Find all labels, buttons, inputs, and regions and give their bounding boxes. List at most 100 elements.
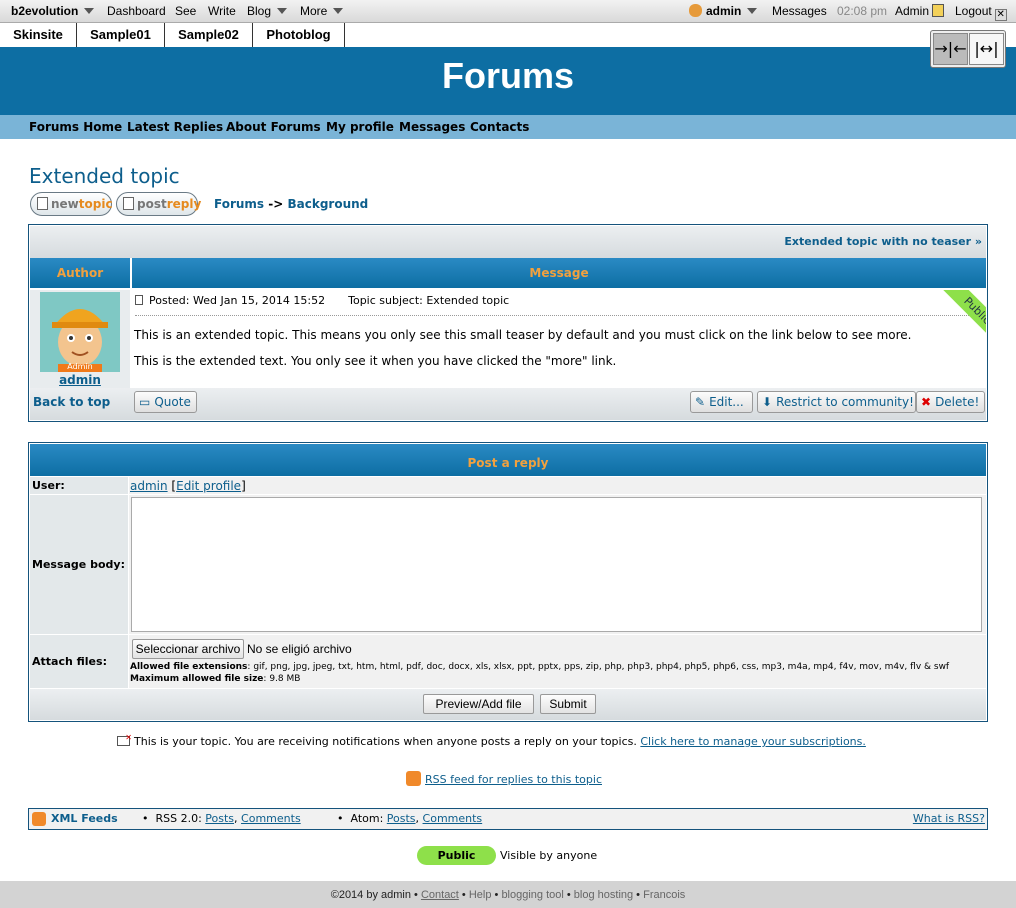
- submit-button[interactable]: Submit: [540, 694, 596, 714]
- nav-forums-home[interactable]: Forums Home: [29, 120, 122, 134]
- footer: ©2014 by admin • Contact • Help • bloggi…: [0, 881, 1016, 908]
- body-label-cell: Message body:: [30, 495, 128, 634]
- message-body-textarea[interactable]: [131, 497, 982, 632]
- post-paragraph-2: This is the extended text. You only see …: [134, 354, 617, 368]
- nav-my-profile[interactable]: My profile: [326, 120, 394, 134]
- post-info: Posted: Wed Jan 15, 2014 15:52 Topic sub…: [135, 294, 979, 316]
- manage-subscriptions-link[interactable]: Click here to manage your subscriptions.: [640, 735, 866, 748]
- site-tabs: Skinsite Sample01 Sample02 Photoblog: [0, 23, 1016, 47]
- what-is-rss-link[interactable]: What is RSS?: [913, 812, 985, 825]
- copyright: ©2014 by admin: [330, 889, 411, 901]
- tab-photoblog[interactable]: Photoblog: [253, 23, 345, 47]
- nav-contacts[interactable]: Contacts: [470, 120, 529, 134]
- choose-file-button[interactable]: Seleccionar archivo: [132, 639, 244, 659]
- atom-feeds: • Atom: Posts, Comments: [337, 812, 483, 825]
- footer-francois[interactable]: Francois: [643, 889, 685, 901]
- rss-replies-link[interactable]: RSS feed for replies to this topic: [425, 773, 602, 786]
- author-link[interactable]: admin: [30, 373, 130, 387]
- user-avatar-icon: [689, 4, 702, 17]
- write-link[interactable]: Write: [208, 4, 236, 18]
- quote-button[interactable]: ▭ Quote: [134, 391, 197, 413]
- message-column-header: Message: [132, 258, 986, 288]
- admin-link[interactable]: Admin: [895, 4, 945, 18]
- nav-latest-replies[interactable]: Latest Replies: [127, 120, 223, 134]
- xml-feeds-bar: XML Feeds • RSS 2.0: Posts, Comments • A…: [28, 808, 988, 830]
- breadcrumb: Forums -> Background: [214, 197, 368, 211]
- restrict-button[interactable]: ⬇ Restrict to community!: [757, 391, 916, 413]
- admin-icon: [932, 4, 945, 17]
- file-status: No se eligió archivo: [247, 642, 352, 656]
- edit-button[interactable]: ✎ Edit...: [690, 391, 753, 413]
- post-reply-button[interactable]: postreply: [116, 192, 201, 216]
- page-title: Extended topic: [29, 164, 180, 188]
- narrow-width-icon[interactable]: →|←: [933, 33, 968, 65]
- reply-heading: Post a reply: [30, 444, 986, 476]
- tab-sample01[interactable]: Sample01: [77, 23, 165, 47]
- reply-user-link[interactable]: admin: [130, 479, 168, 493]
- arrow-down-icon: ⬇: [762, 395, 773, 409]
- breadcrumb-separator: ->: [268, 197, 284, 211]
- nav-messages[interactable]: Messages: [399, 120, 465, 134]
- attach-files-label: Attach files:: [32, 655, 107, 668]
- footer-blogging-tool[interactable]: blogging tool: [501, 889, 563, 901]
- preview-add-file-button[interactable]: Preview/Add file: [423, 694, 534, 714]
- user-menu[interactable]: admin: [689, 4, 758, 18]
- rss-icon: [32, 812, 46, 826]
- author-cell: Admin admin: [30, 290, 130, 388]
- atom-comments-link[interactable]: Comments: [423, 812, 483, 825]
- rss-posts-link[interactable]: Posts: [205, 812, 234, 825]
- logout-link[interactable]: Logout ✕: [955, 4, 1007, 21]
- footer-blog-hosting[interactable]: blog hosting: [574, 889, 633, 901]
- width-switcher: →|← |↔|: [930, 30, 1006, 68]
- footer-help[interactable]: Help: [469, 889, 492, 901]
- avatar[interactable]: Admin: [40, 292, 120, 372]
- subscription-notice: ✕ This is your topic. You are receiving n…: [117, 733, 866, 748]
- new-topic-button[interactable]: newtopic: [30, 192, 113, 216]
- topic-nav-row: Extended topic with no teaser »: [30, 226, 986, 258]
- nav-about-forums[interactable]: About Forums: [226, 120, 321, 134]
- author-column-header: Author: [30, 258, 130, 288]
- post-icon: [135, 295, 143, 305]
- wide-width-icon[interactable]: |↔|: [969, 33, 1004, 65]
- blog-menu[interactable]: Blog: [247, 4, 288, 18]
- xml-feeds-link[interactable]: XML Feeds: [51, 812, 118, 825]
- quote-icon: ▭: [139, 395, 151, 409]
- post-paragraph-1: This is an extended topic. This means yo…: [134, 328, 912, 342]
- breadcrumb-forums[interactable]: Forums: [214, 197, 264, 211]
- tab-sample02[interactable]: Sample02: [165, 23, 253, 47]
- visibility-text: Visible by anyone: [500, 849, 598, 862]
- message-body-label: Message body:: [32, 558, 125, 571]
- rss-icon: [406, 771, 421, 786]
- messages-link[interactable]: Messages: [772, 4, 827, 18]
- admin-toolbar: b2evolution Dashboard See Write Blog Mor…: [0, 0, 1016, 23]
- tab-skinsite[interactable]: Skinsite: [0, 23, 77, 47]
- rss-comments-link[interactable]: Comments: [241, 812, 301, 825]
- rss-feeds: • RSS 2.0: Posts, Comments: [142, 812, 301, 825]
- user-label: User:: [32, 479, 65, 492]
- avatar-caption: Admin: [67, 362, 93, 371]
- topic-table: Extended topic with no teaser » Author M…: [28, 224, 988, 422]
- post-date: Wed Jan 15, 2014 15:52: [192, 294, 326, 307]
- attach-label-cell: Attach files:: [30, 635, 128, 688]
- close-icon: ✕: [994, 9, 1007, 21]
- chevron-down-icon: [333, 8, 344, 14]
- atom-posts-link[interactable]: Posts: [387, 812, 416, 825]
- next-topic-link[interactable]: Extended topic with no teaser »: [784, 235, 982, 248]
- breadcrumb-background[interactable]: Background: [287, 197, 368, 211]
- more-menu[interactable]: More: [300, 4, 344, 18]
- dashboard-link[interactable]: Dashboard: [107, 4, 166, 18]
- site-header: Forums: [0, 47, 1016, 115]
- clock-time: 02:08 pm: [837, 4, 888, 18]
- footer-contact-link[interactable]: Contact: [421, 889, 459, 901]
- edit-profile-link[interactable]: Edit profile: [176, 479, 241, 493]
- see-link[interactable]: See: [175, 4, 196, 18]
- attach-cell: Seleccionar archivo No se eligió archivo…: [129, 635, 986, 688]
- reply-form: Post a reply User: admin [Edit profile] …: [28, 442, 988, 722]
- brand-menu[interactable]: b2evolution: [11, 4, 95, 18]
- back-to-top-link[interactable]: Back to top: [33, 395, 110, 409]
- site-title: Forums: [441, 55, 574, 96]
- delete-button[interactable]: ✖ Delete!: [916, 391, 985, 413]
- pencil-icon: ✎: [695, 395, 706, 409]
- chevron-down-icon: [747, 8, 758, 14]
- post-subject: Extended topic: [426, 294, 510, 307]
